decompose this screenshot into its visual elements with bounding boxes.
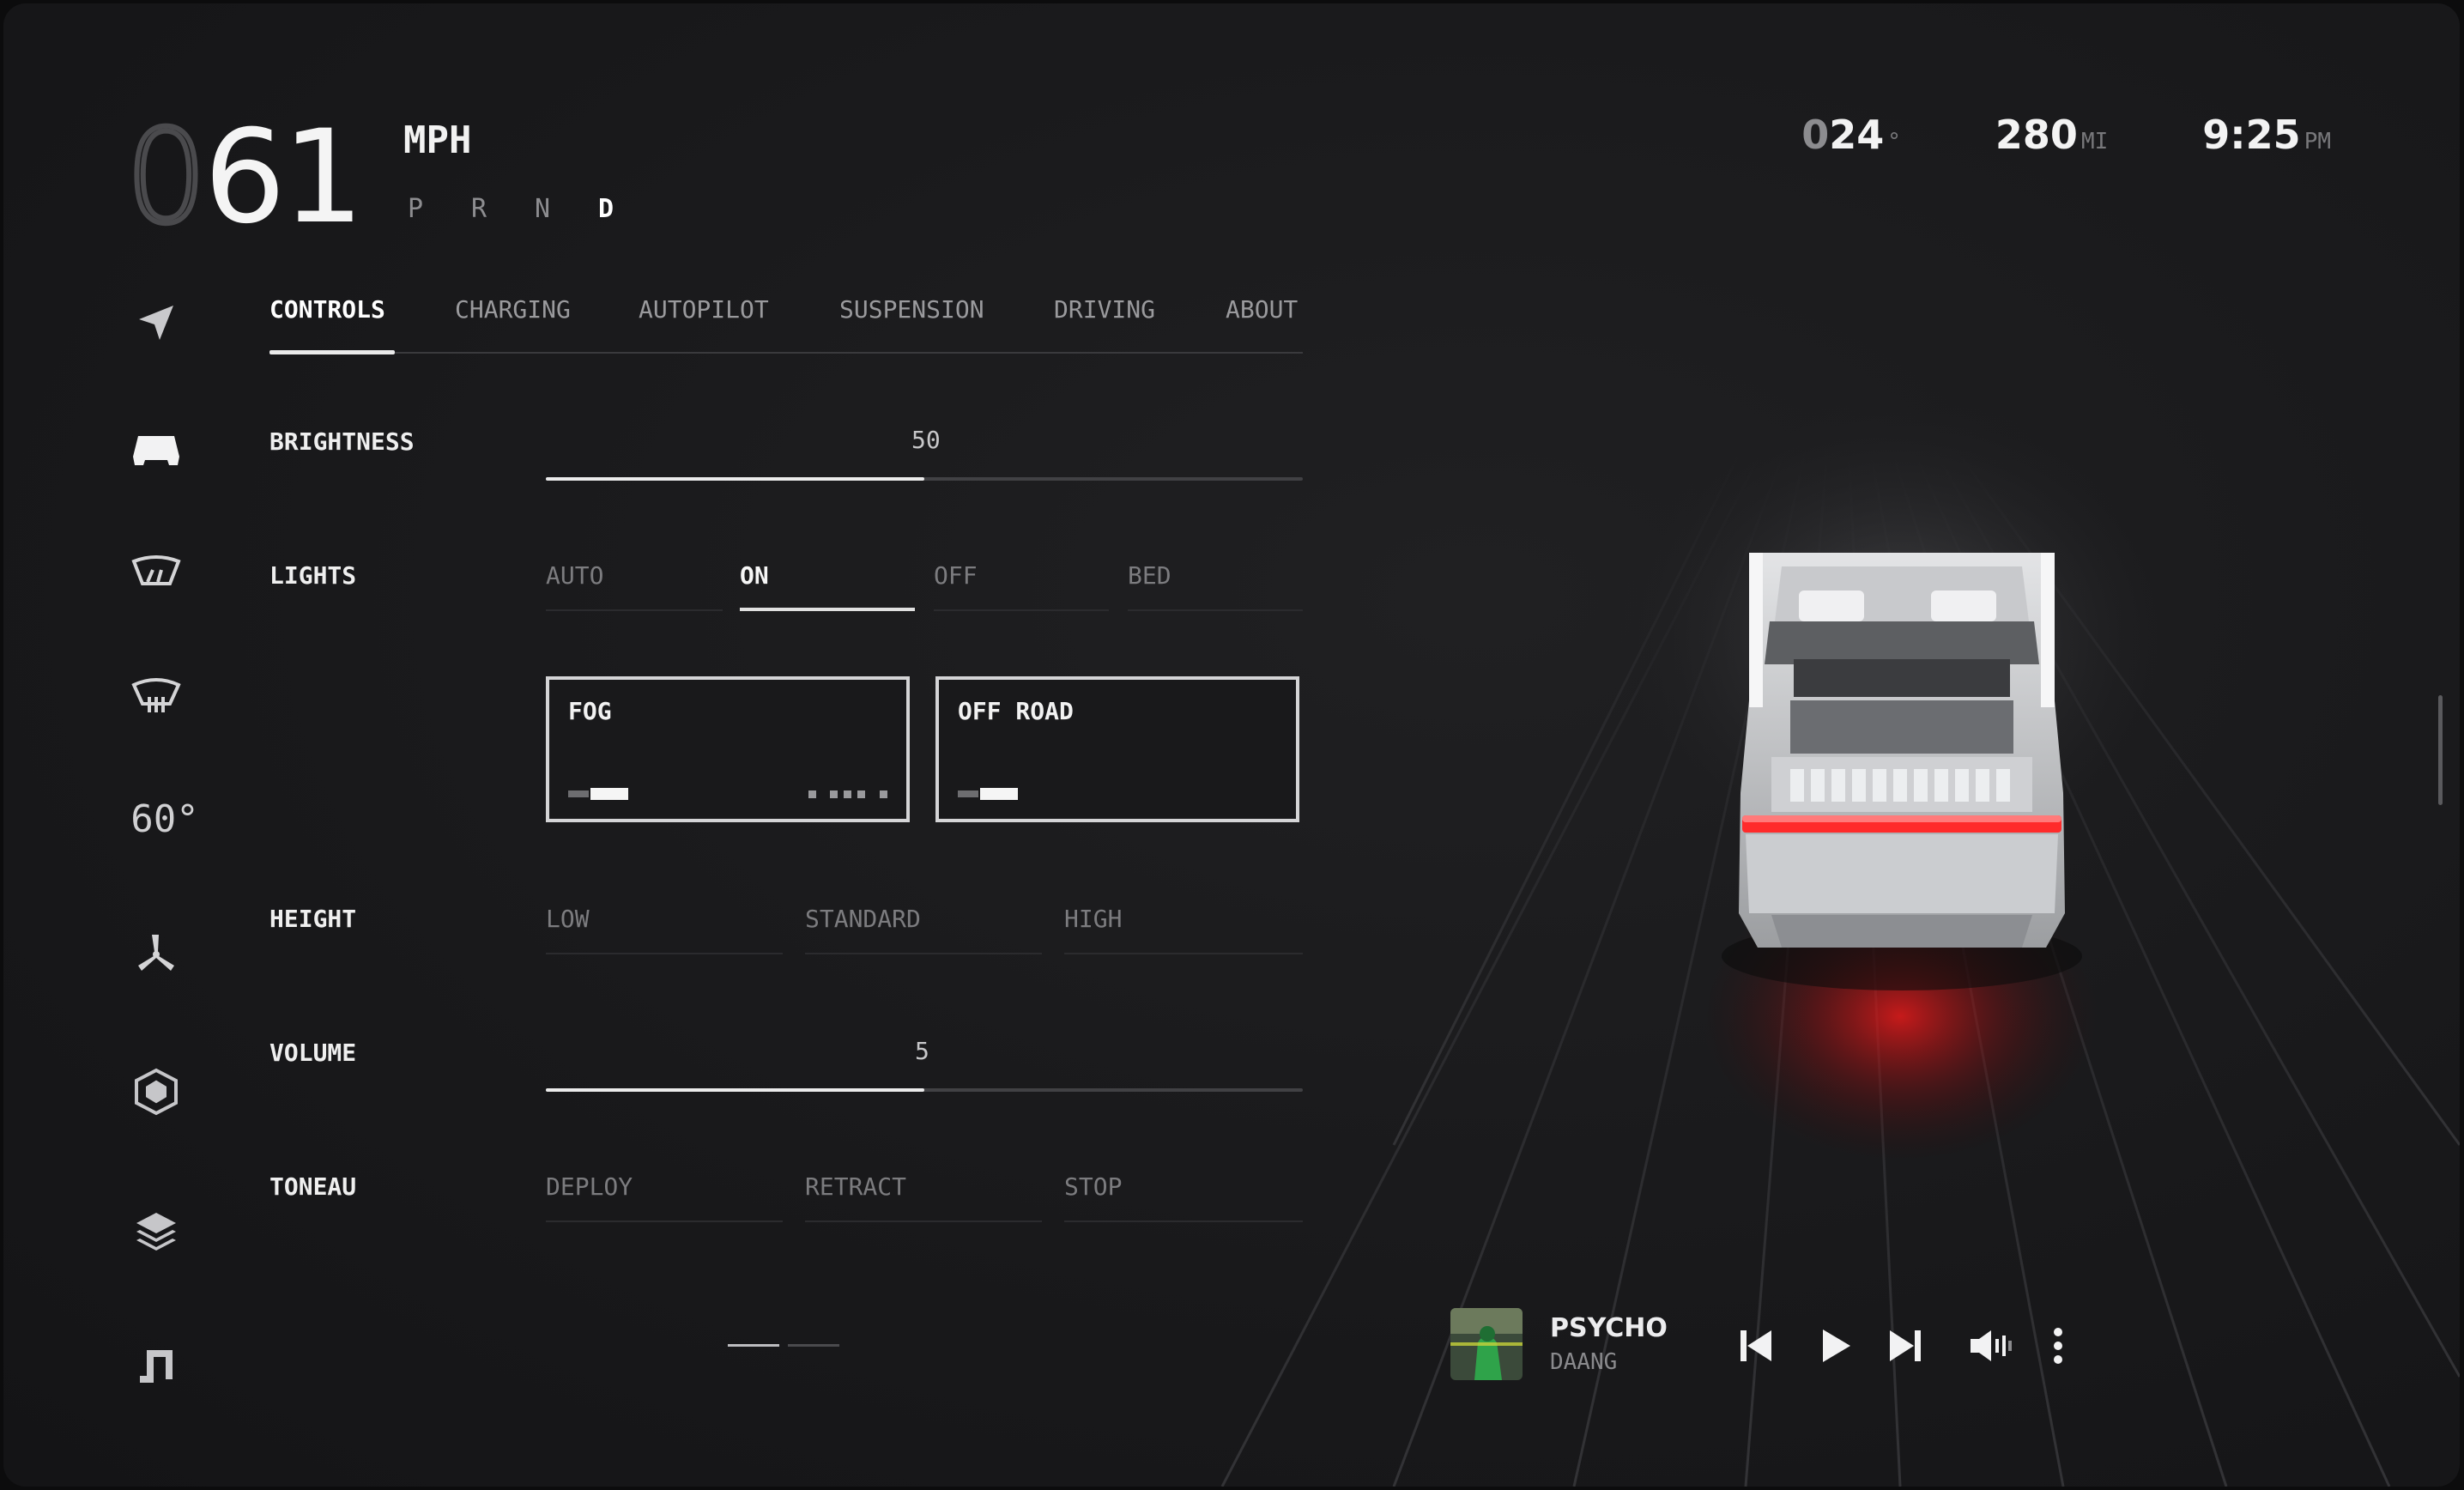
track-title: PSYCHO [1550,1313,1668,1343]
more-vertical-icon[interactable] [2034,1322,2082,1370]
volume-label: VOLUME [269,1039,357,1067]
tab-charging[interactable]: CHARGING [455,295,571,324]
speed-unit: MPH [403,118,472,162]
tab-suspension[interactable]: SUSPENSION [839,295,984,324]
track-artist: DAANG [1550,1349,1618,1375]
tonneau-option-deploy[interactable]: DEPLOY [546,1172,783,1222]
settings-tabs: CONTROLS CHARGING AUTOPILOT SUSPENSION D… [269,290,1303,354]
layers-icon[interactable] [130,1205,182,1257]
height-option-low-label: LOW [546,905,590,933]
outside-temperature: 024 ° [1801,112,1901,158]
album-art [1450,1308,1523,1380]
clock-time: 9:25 [2202,112,2301,158]
active-tab-indicator [269,350,395,354]
lights-label: LIGHTS [269,561,357,590]
settings-hex-icon[interactable] [130,1066,182,1118]
lights-option-auto-label: AUTO [546,561,604,590]
lights-option-off-label: OFF [934,561,978,590]
vehicle-display: 0 61 MPH P R N D 024 ° 280 MI 9:25 PM 60° [3,3,2460,1487]
gear-neutral[interactable]: N [530,194,554,224]
fan-icon[interactable] [130,927,182,978]
tab-about[interactable]: ABOUT [1226,295,1298,324]
lights-option-bed-label: BED [1128,561,1171,590]
gear-park[interactable]: P [403,194,427,224]
volume-slider-fill [546,1088,924,1092]
navigation-arrow-icon[interactable] [130,297,182,348]
clock-period: PM [2304,129,2331,154]
lights-option-on-label: ON [740,561,769,590]
height-option-standard[interactable]: STANDARD [805,905,1042,954]
range-readout: 280 MI [1995,112,2108,158]
tonneau-option-stop[interactable]: STOP [1064,1172,1303,1222]
temperature-value: 24 [1829,112,1885,158]
page-dot-1[interactable] [728,1344,779,1347]
fog-light-label: FOG [568,697,612,725]
fog-light-indicator [568,788,628,800]
tab-driving[interactable]: DRIVING [1054,295,1155,324]
scrollbar[interactable] [2438,695,2443,805]
vehicle-model [1722,553,2082,990]
volume-icon[interactable] [1967,1322,2015,1370]
tonneau-option-stop-label: STOP [1064,1172,1123,1201]
temperature-unit: ° [1887,129,1901,154]
tonneau-option-retract-label: RETRACT [805,1172,907,1201]
gear-drive[interactable]: D [594,194,618,224]
brightness-value: 50 [911,426,941,454]
fog-light-level-dots [808,790,887,798]
speed-leading-digit: 0 [123,103,209,252]
front-defrost-icon[interactable] [130,546,182,597]
tab-autopilot[interactable]: AUTOPILOT [639,295,769,324]
height-option-standard-label: STANDARD [805,905,921,933]
lights-option-auto[interactable]: AUTO [546,561,723,611]
music-note-icon[interactable] [130,1341,182,1392]
height-option-high-label: HIGH [1064,905,1123,933]
off-road-light-indicator [958,788,1018,800]
height-option-low[interactable]: LOW [546,905,783,954]
next-track-icon[interactable] [1881,1322,1929,1370]
volume-slider[interactable] [546,1088,1303,1092]
lights-option-off[interactable]: OFF [934,561,1109,611]
previous-track-icon[interactable] [1732,1322,1780,1370]
brightness-slider[interactable] [546,477,1303,481]
page-dot-2[interactable] [788,1344,839,1347]
status-bar: 024 ° 280 MI 9:25 PM [1801,112,2331,158]
temperature-leading-digit: 0 [1801,112,1830,158]
volume-value: 5 [915,1037,929,1065]
off-road-light-label: OFF ROAD [958,697,1074,725]
gear-reverse[interactable]: R [467,194,491,224]
brightness-label: BRIGHTNESS [269,427,415,456]
page-indicator[interactable] [728,1344,839,1347]
lights-option-on[interactable]: ON [740,561,915,611]
brightness-slider-fill [546,477,924,481]
tonneau-option-deploy-label: DEPLOY [546,1172,633,1201]
height-option-high[interactable]: HIGH [1064,905,1303,954]
tonneau-option-retract[interactable]: RETRACT [805,1172,1042,1222]
tab-controls[interactable]: CONTROLS [269,295,385,324]
lights-option-bed[interactable]: BED [1128,561,1303,611]
play-icon[interactable] [1811,1322,1859,1370]
speed-value: 61 [203,103,364,252]
fog-light-card[interactable]: FOG [546,676,910,822]
off-road-light-card[interactable]: OFF ROAD [935,676,1299,822]
gear-selector[interactable]: P R N D [403,194,618,224]
rear-defrost-icon[interactable] [130,669,182,721]
car-front-icon[interactable] [130,424,182,475]
clock: 9:25 PM [2202,112,2331,158]
height-label: HEIGHT [269,905,357,933]
range-unit: MI [2080,129,2109,154]
speedometer: 0 61 [123,103,364,252]
climate-temperature[interactable]: 60° [130,793,199,845]
range-value: 280 [1995,112,2078,158]
tonneau-label: TONEAU [269,1172,357,1201]
